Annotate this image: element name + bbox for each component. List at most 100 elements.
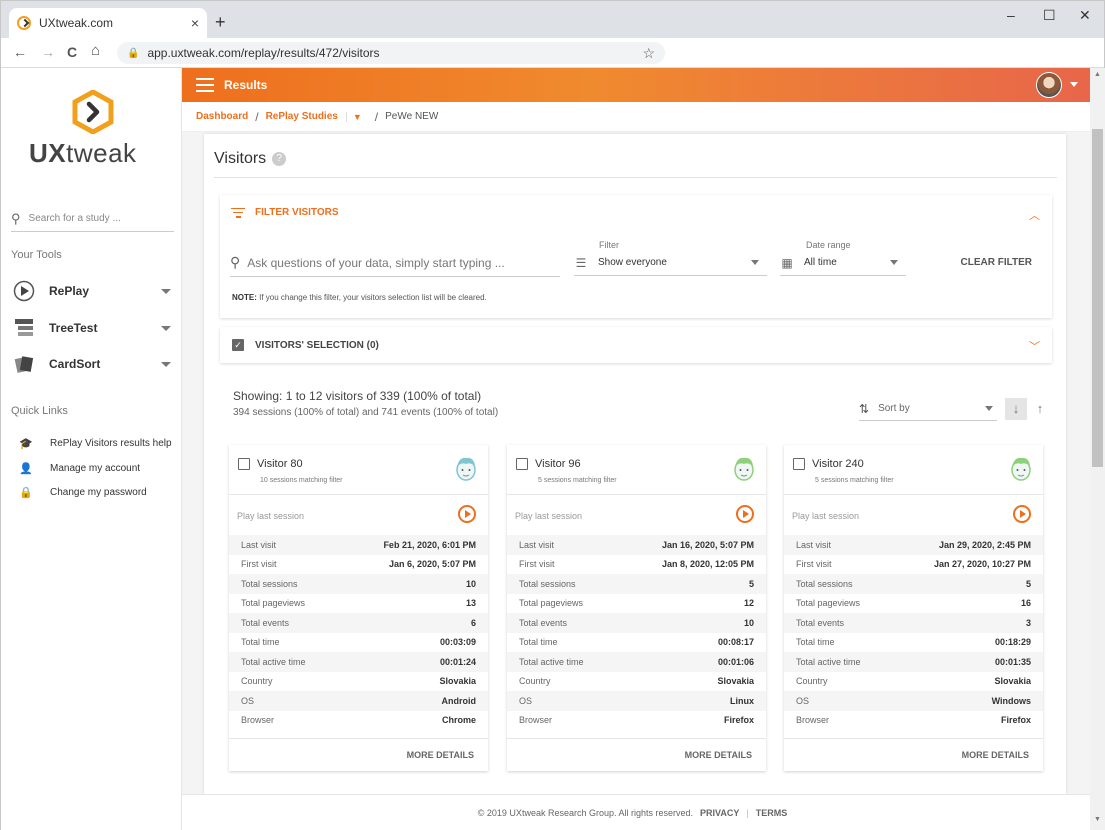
breadcrumb-dashboard[interactable]: Dashboard — [196, 111, 248, 122]
visitor-stat-row: Total pageviews 12 — [507, 594, 766, 614]
chevron-down-icon[interactable] — [161, 361, 171, 367]
minimize-button[interactable]: – — [1007, 7, 1015, 23]
visitors-selection-title: VISITORS' SELECTION (0) — [255, 340, 379, 351]
checkbox-checked-icon[interactable]: ✓ — [232, 339, 244, 351]
search-icon: ⚲ — [11, 210, 21, 226]
play-last-session-row[interactable]: Play last session — [507, 495, 766, 533]
replay-icon — [13, 280, 35, 302]
stat-label: First visit — [796, 559, 832, 570]
play-last-session-label: Play last session — [792, 511, 860, 521]
chevron-down-icon[interactable] — [161, 288, 171, 294]
more-details-button[interactable]: MORE DETAILS — [685, 750, 752, 760]
terms-link[interactable]: TERMS — [756, 808, 788, 818]
page-title: Visitors ? — [214, 150, 287, 168]
stat-value: Firefox — [1000, 715, 1031, 726]
clear-filter-button[interactable]: CLEAR FILTER — [961, 257, 1032, 268]
visitor-avatar-icon — [456, 457, 476, 481]
stat-value: 13 — [465, 598, 476, 609]
visitor-checkbox[interactable] — [793, 458, 805, 470]
forward-button[interactable]: → — [41, 44, 55, 60]
visitor-stat-row: OS Android — [229, 691, 488, 711]
more-details-button[interactable]: MORE DETAILS — [407, 750, 474, 760]
sidebar-item-label: CardSort — [49, 357, 101, 371]
chevron-down-icon[interactable]: ﹀ — [1029, 338, 1040, 354]
stat-value: Slovakia — [717, 676, 754, 687]
scroll-up-icon[interactable]: ▲ — [1094, 71, 1101, 78]
back-button[interactable]: ← — [13, 44, 27, 60]
visitor-checkbox[interactable] — [516, 458, 528, 470]
chevron-up-icon[interactable]: ︿ — [1029, 207, 1040, 223]
play-icon[interactable] — [458, 505, 476, 523]
tab-close-icon[interactable]: × — [191, 15, 199, 31]
sort-descending-button[interactable]: ↓ — [1005, 398, 1027, 420]
visitor-card-header: Visitor 96 5 sessions matching filter — [507, 445, 766, 495]
filter-visitors-header[interactable]: FILTER VISITORS — [231, 207, 339, 218]
stat-label: Total sessions — [519, 578, 576, 589]
stat-value: 5 — [1025, 578, 1031, 589]
breadcrumb-separator: / — [374, 109, 379, 124]
sort-by-select[interactable]: ⇅ Sort by — [859, 397, 997, 421]
visitor-stat-row: Last visit Jan 29, 2020, 2:45 PM — [784, 535, 1043, 555]
hamburger-menu-icon[interactable] — [196, 78, 214, 92]
stat-value: Slovakia — [439, 676, 476, 687]
date-range-select[interactable]: ▦ All time — [780, 250, 906, 276]
play-last-session-row[interactable]: Play last session — [229, 495, 488, 533]
scrollbar[interactable]: ▲ ▼ — [1090, 68, 1105, 830]
quick-link-change-password[interactable]: 🔒 Change my password — [19, 486, 147, 499]
lock-icon: 🔒 — [19, 487, 33, 499]
quick-links-heading: Quick Links — [11, 405, 68, 417]
more-details-button[interactable]: MORE DETAILS — [962, 750, 1029, 760]
browser-tab[interactable]: UXtweak.com × — [9, 8, 207, 38]
maximize-button[interactable]: ☐ — [1043, 7, 1056, 24]
new-tab-button[interactable]: + — [215, 13, 226, 31]
chevron-down-icon — [985, 406, 993, 411]
bookmark-star-icon[interactable]: ☆ — [642, 45, 655, 62]
visitors-selection-card[interactable]: ✓ VISITORS' SELECTION (0) ﹀ — [220, 327, 1052, 363]
stat-value: 00:03:09 — [439, 637, 476, 648]
play-last-session-row[interactable]: Play last session — [784, 495, 1043, 533]
url-field[interactable]: 🔒 app.uxtweak.com/replay/results/472/vis… — [117, 42, 665, 64]
scrollbar-thumb[interactable] — [1092, 129, 1103, 467]
stat-label: Browser — [796, 715, 830, 726]
stat-value: 5 — [748, 578, 754, 589]
ask-questions-placeholder: Ask questions of your data, simply start… — [247, 255, 505, 270]
sidebar-item-cardsort[interactable]: CardSort — [13, 353, 175, 375]
visitor-sessions-count: 10 sessions matching filter — [260, 477, 343, 484]
caret-down-icon[interactable]: ▼ — [345, 111, 362, 122]
privacy-link[interactable]: PRIVACY — [700, 808, 739, 818]
visitor-stat-row: Total events 3 — [784, 613, 1043, 633]
reload-button[interactable]: C — [67, 44, 77, 60]
sort-ascending-button[interactable]: ↑ — [1032, 398, 1048, 420]
visitor-stat-row: First visit Jan 6, 2020, 5:07 PM — [229, 555, 488, 575]
quick-link-replay-help[interactable]: 🎓 RePlay Visitors results help — [19, 437, 171, 450]
window-close-button[interactable]: ✕ — [1079, 7, 1091, 24]
scroll-down-icon[interactable]: ▼ — [1094, 816, 1101, 823]
breadcrumb-replay-studies[interactable]: RePlay Studies — [266, 111, 338, 122]
stat-label: First visit — [241, 559, 277, 570]
visitor-stat-row: Last visit Feb 21, 2020, 6:01 PM — [229, 535, 488, 555]
filter-select[interactable]: ☰ Show everyone — [574, 250, 767, 276]
visitor-name: Visitor 240 — [812, 458, 864, 470]
help-icon[interactable]: ? — [272, 152, 287, 166]
visitor-card-header: Visitor 80 10 sessions matching filter — [229, 445, 488, 495]
sort-by-label: Sort by — [878, 403, 910, 414]
home-button[interactable]: ⌂ — [91, 42, 100, 59]
chevron-down-icon[interactable] — [1070, 82, 1078, 87]
visitor-stat-row: First visit Jan 27, 2020, 10:27 PM — [784, 555, 1043, 575]
avatar[interactable] — [1036, 72, 1062, 98]
quick-link-manage-account[interactable]: 👤 Manage my account — [19, 462, 140, 475]
visitor-checkbox[interactable] — [238, 458, 250, 470]
sidebar-item-treetest[interactable]: TreeTest — [13, 317, 175, 339]
stat-label: Country — [519, 676, 551, 687]
stat-value: 10 — [465, 578, 476, 589]
visitor-card: Visitor 240 5 sessions matching filter Pla… — [784, 445, 1043, 771]
play-icon[interactable] — [1013, 505, 1031, 523]
visitor-stat-row: Total time 00:03:09 — [229, 633, 488, 653]
play-icon[interactable] — [736, 505, 754, 523]
chevron-down-icon[interactable] — [161, 325, 171, 331]
user-circle-icon: 👤 — [19, 463, 33, 475]
filter-label: Filter — [599, 240, 619, 250]
sidebar-item-replay[interactable]: RePlay — [13, 280, 175, 302]
ask-questions-input[interactable]: ⚲ Ask questions of your data, simply sta… — [230, 249, 560, 277]
study-search-input[interactable]: ⚲ Search for a study ... — [11, 206, 174, 232]
